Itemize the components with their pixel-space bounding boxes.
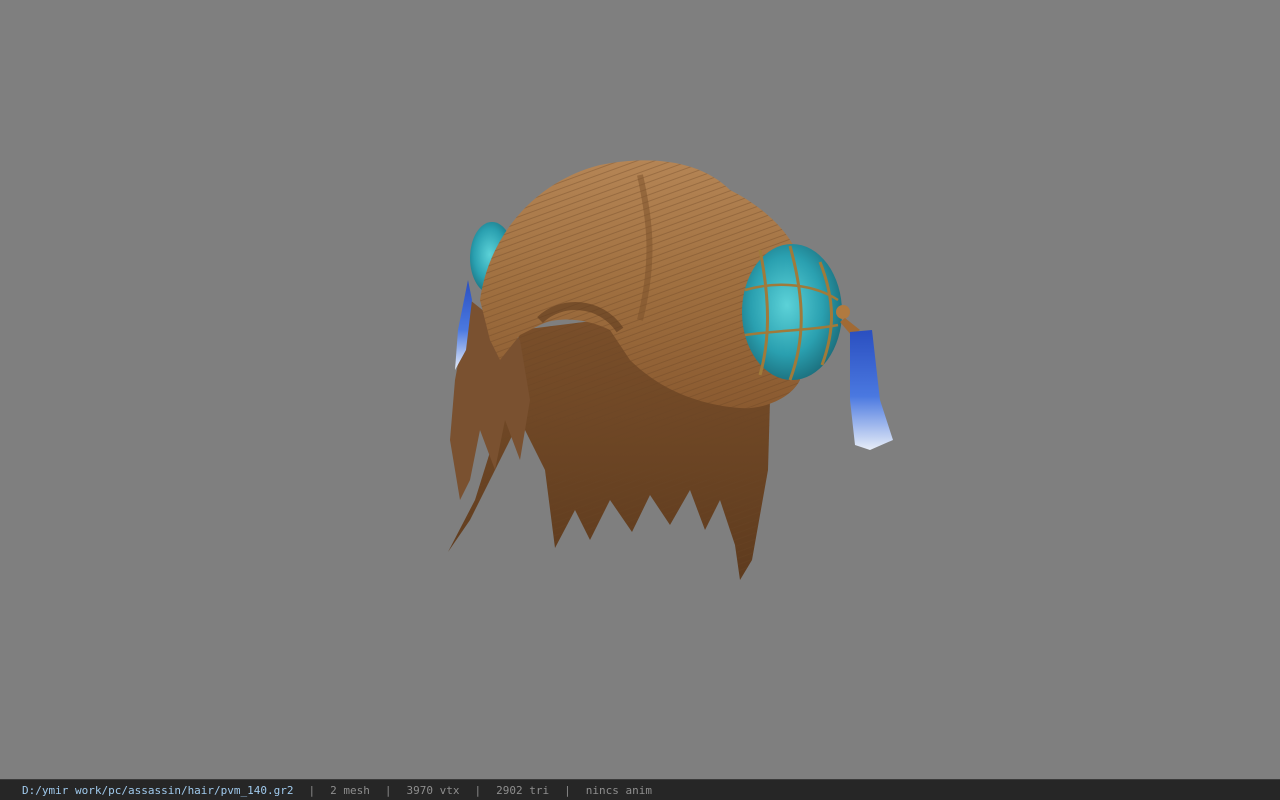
separator: | (564, 783, 571, 797)
separator: | (308, 783, 316, 797)
vertex-count-label: 3970 vtx (406, 783, 460, 797)
anim-status-label: nincs anim (585, 783, 652, 797)
status-bar: D:/ymir work/pc/assassin/hair/pvm_140.gr… (0, 779, 1280, 800)
file-path-label: D:/ymir work/pc/assassin/hair/pvm_140.gr… (22, 783, 294, 797)
separator: | (474, 783, 482, 797)
separator: | (384, 783, 392, 797)
mesh-count-label: 2 mesh (330, 783, 370, 797)
hair-mesh-icon (448, 160, 893, 580)
3d-viewport[interactable] (0, 0, 1280, 779)
triangle-count-label: 2902 tri (496, 783, 550, 797)
